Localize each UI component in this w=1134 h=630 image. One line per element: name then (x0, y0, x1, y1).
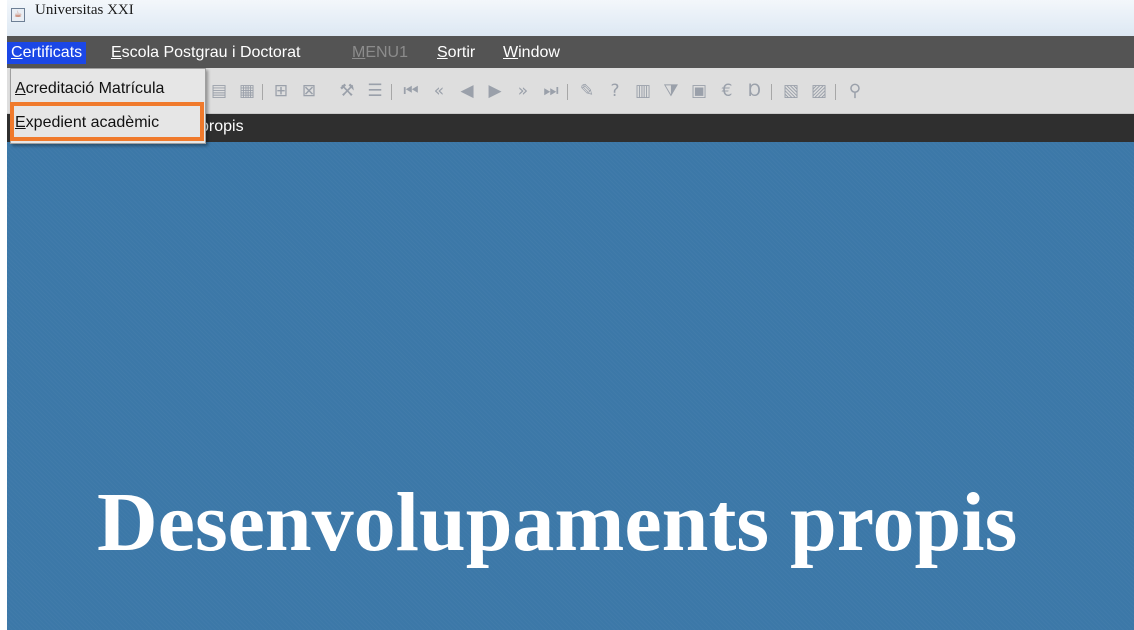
menu-bar: Certificats Escola Postgrau i Doctorat M… (7, 36, 1134, 68)
menu-mnemonic: E (111, 44, 122, 61)
menu-item-label: creditació Matrícula (25, 80, 165, 97)
window-title: Universitas XXI (35, 2, 134, 18)
menu-label: ortir (447, 44, 476, 61)
prev-icon[interactable]: ◀ (455, 79, 479, 103)
filter-icon[interactable]: ⧩ (659, 79, 683, 103)
euro-icon[interactable]: € (715, 79, 739, 103)
title-bar: ☕ Universitas XXI (7, 0, 1134, 36)
query-icon[interactable]: ▥ (631, 79, 655, 103)
menu-menu1[interactable]: MENU1 (348, 42, 412, 64)
font-icon[interactable]: Ɒ (743, 79, 767, 103)
menu-label: scola Postgrau i Doctorat (121, 44, 301, 61)
save-icon[interactable]: ▤ (207, 79, 231, 103)
menu-item-mnemonic: A (15, 80, 26, 97)
add-record-icon[interactable]: ⊞ (269, 79, 293, 103)
next-icon[interactable]: ▶ (483, 79, 507, 103)
menu-escola-postgrau[interactable]: Escola Postgrau i Doctorat (107, 42, 304, 64)
banner-text: Desenvolupaments propis (97, 476, 1018, 569)
report-icon[interactable]: ▧ (779, 79, 803, 103)
application-window: ☕ Universitas XXI Certificats Escola Pos… (7, 0, 1134, 630)
app-icon: ☕ (11, 8, 25, 22)
menu-mnemonic: W (503, 44, 519, 61)
wrench-icon[interactable]: ⚒ (335, 79, 359, 103)
edit-icon[interactable]: ✎ (575, 79, 599, 103)
menu-mnemonic: C (11, 44, 23, 61)
form-title: propis (200, 118, 244, 135)
next-page-icon[interactable]: » (511, 79, 535, 103)
prev-page-icon[interactable]: « (427, 79, 451, 103)
report-alt-icon[interactable]: ▨ (807, 79, 831, 103)
delete-record-icon[interactable]: ⊠ (297, 79, 321, 103)
menu-label: ertificats (22, 44, 83, 61)
last-icon[interactable]: ⏭ (539, 79, 563, 103)
menu-sortir[interactable]: Sortir (433, 42, 479, 64)
menu-certificats[interactable]: Certificats (7, 42, 87, 64)
toolbar-separator (567, 84, 568, 100)
menu-mnemonic: S (437, 44, 448, 61)
toolbar-separator (391, 84, 392, 100)
toolbar-separator (262, 84, 263, 100)
menu-label: ENU1 (365, 44, 409, 61)
menu-window[interactable]: Window (499, 42, 564, 64)
list-icon[interactable]: ☰ (363, 79, 387, 103)
tool-icon[interactable]: ⚲ (843, 79, 867, 103)
selection-highlight (10, 102, 204, 141)
undo-icon[interactable]: ▦ (235, 79, 259, 103)
main-canvas: Desenvolupaments propis (7, 142, 1134, 630)
certificats-dropdown: Acreditació Matrícula Expedient acadèmic (10, 68, 206, 144)
toolbar-separator (771, 84, 772, 100)
menu-mnemonic: M (352, 44, 366, 61)
first-icon[interactable]: ⏮ (399, 79, 423, 103)
toolbar-separator (835, 84, 836, 100)
menu-label: indow (518, 44, 560, 61)
menu-item-acreditacio-matricula[interactable]: Acreditació Matrícula (11, 73, 205, 105)
help-icon[interactable]: ? (603, 79, 627, 103)
calendar-icon[interactable]: ▣ (687, 79, 711, 103)
